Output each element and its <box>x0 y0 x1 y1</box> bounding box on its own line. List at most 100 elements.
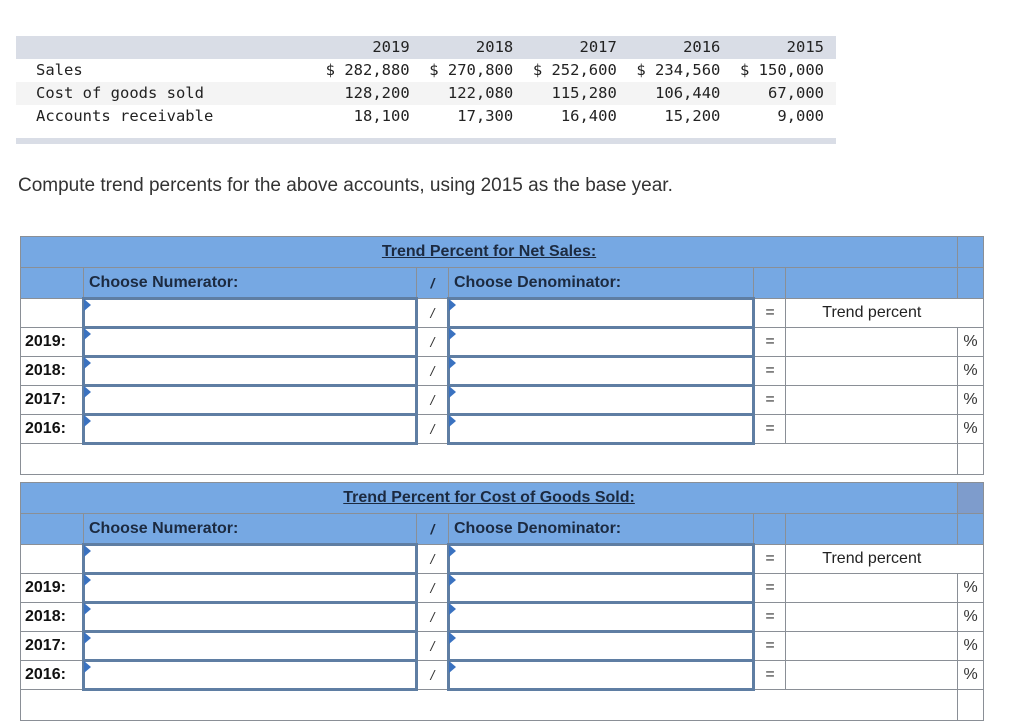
trend-percent-cell[interactable] <box>784 356 959 386</box>
section-title: Trend Percent for Net Sales: <box>19 236 959 268</box>
row-label: Cost of goods sold <box>36 84 204 102</box>
formula-row: / = Trend percent <box>20 543 985 575</box>
numerator-input[interactable] <box>85 387 415 413</box>
numerator-dropdown[interactable] <box>82 659 418 691</box>
trend-percent-cell[interactable] <box>784 327 959 357</box>
numerator-dropdown[interactable] <box>82 630 418 662</box>
equals-sign: = <box>753 631 786 661</box>
denominator-input[interactable] <box>450 387 752 413</box>
trend-percent-input[interactable] <box>786 603 958 631</box>
divide-sign: / <box>416 660 449 690</box>
numerator-dropdown[interactable] <box>82 572 418 604</box>
year-label: 2016: <box>20 414 84 444</box>
year-row-2019: 2019: / = % <box>20 572 985 604</box>
trend-percent-input[interactable] <box>786 357 958 385</box>
denominator-dropdown[interactable] <box>447 543 755 575</box>
spacer-cell <box>957 689 985 721</box>
denominator-input[interactable] <box>450 575 752 601</box>
denominator-dropdown[interactable] <box>447 384 755 416</box>
numerator-input[interactable] <box>85 358 415 384</box>
denominator-input[interactable] <box>450 662 752 688</box>
denominator-dropdown[interactable] <box>447 572 755 604</box>
trend-percent-label: Trend percent <box>784 298 958 328</box>
equals-sign: = <box>753 414 786 444</box>
numerator-input[interactable] <box>85 662 415 688</box>
equals-sign: = <box>753 660 786 690</box>
dropdown-flag-icon <box>449 603 456 615</box>
trend-percent-input[interactable] <box>786 661 958 689</box>
percent-header-blank <box>957 513 985 545</box>
table-spacer <box>16 128 836 138</box>
trend-percent-cell[interactable] <box>784 414 959 444</box>
year-label: 2018: <box>20 356 84 386</box>
denominator-dropdown[interactable] <box>447 297 755 329</box>
denominator-input[interactable] <box>450 358 752 384</box>
dropdown-flag-icon <box>84 632 91 644</box>
trend-percent-cell[interactable] <box>784 385 959 415</box>
cell-value: 9,000 <box>777 107 824 125</box>
denominator-dropdown[interactable] <box>447 601 755 633</box>
numerator-input[interactable] <box>85 633 415 659</box>
divide-sign: / <box>416 414 449 444</box>
year-row-2018: 2018: / = % <box>20 355 985 387</box>
dropdown-flag-icon <box>84 415 91 427</box>
corner-cell <box>957 236 985 268</box>
numerator-input[interactable] <box>85 300 415 326</box>
denominator-dropdown[interactable] <box>447 413 755 445</box>
year-header: 2015 <box>786 38 824 56</box>
trend-percent-cell[interactable] <box>784 631 959 661</box>
numerator-dropdown[interactable] <box>82 326 418 358</box>
denominator-dropdown[interactable] <box>447 659 755 691</box>
denominator-input[interactable] <box>450 300 752 326</box>
denominator-input[interactable] <box>450 329 752 355</box>
numerator-input[interactable] <box>85 546 415 572</box>
dropdown-flag-icon <box>449 299 456 311</box>
cogs-trend-worksheet: Trend Percent for Cost of Goods Sold: Ch… <box>19 482 985 721</box>
trend-percent-input[interactable] <box>786 574 958 602</box>
trend-percent-input[interactable] <box>786 386 958 414</box>
numerator-dropdown[interactable] <box>82 355 418 387</box>
equals-sign: = <box>753 573 786 603</box>
trend-percent-cell[interactable] <box>784 660 959 690</box>
trend-percent-cell[interactable] <box>784 573 959 603</box>
percent-sign: % <box>957 327 985 357</box>
cell-value: 128,200 <box>344 84 410 102</box>
label-header <box>16 36 306 59</box>
numerator-dropdown[interactable] <box>82 543 418 575</box>
numerator-input[interactable] <box>85 604 415 630</box>
dropdown-flag-icon <box>449 386 456 398</box>
numerator-input[interactable] <box>85 416 415 442</box>
row-label: Accounts receivable <box>36 107 214 125</box>
denominator-dropdown[interactable] <box>447 326 755 358</box>
numerator-input[interactable] <box>85 329 415 355</box>
percent-sign: % <box>957 573 985 603</box>
cell-value: 15,200 <box>664 107 721 125</box>
denominator-input[interactable] <box>450 416 752 442</box>
cell-value: 16,400 <box>560 107 617 125</box>
percent-sign: % <box>957 602 985 632</box>
section-title-row: Trend Percent for Net Sales: <box>19 236 985 268</box>
equals-sign: = <box>753 544 786 574</box>
denominator-input[interactable] <box>450 546 752 572</box>
numerator-dropdown[interactable] <box>82 297 418 329</box>
trend-percent-input[interactable] <box>786 415 958 443</box>
numerator-input[interactable] <box>85 575 415 601</box>
dropdown-flag-icon <box>449 632 456 644</box>
column-header-row: Choose Numerator: / Choose Denominator: <box>20 267 985 299</box>
denominator-input[interactable] <box>450 633 752 659</box>
denominator-dropdown[interactable] <box>447 630 755 662</box>
denominator-header: Choose Denominator: <box>448 513 754 545</box>
cogs-row: Cost of goods sold 128,200 122,080 115,2… <box>16 82 836 105</box>
trend-percent-input[interactable] <box>786 328 958 356</box>
numerator-dropdown[interactable] <box>82 413 418 445</box>
dropdown-flag-icon <box>449 415 456 427</box>
denominator-dropdown[interactable] <box>447 355 755 387</box>
divide-sign: / <box>416 602 449 632</box>
trend-percent-cell[interactable] <box>784 602 959 632</box>
numerator-dropdown[interactable] <box>82 601 418 633</box>
slash-header: / <box>416 267 449 299</box>
year-row-2017: 2017: / = % <box>20 384 985 416</box>
numerator-dropdown[interactable] <box>82 384 418 416</box>
denominator-input[interactable] <box>450 604 752 630</box>
trend-percent-input[interactable] <box>786 632 958 660</box>
